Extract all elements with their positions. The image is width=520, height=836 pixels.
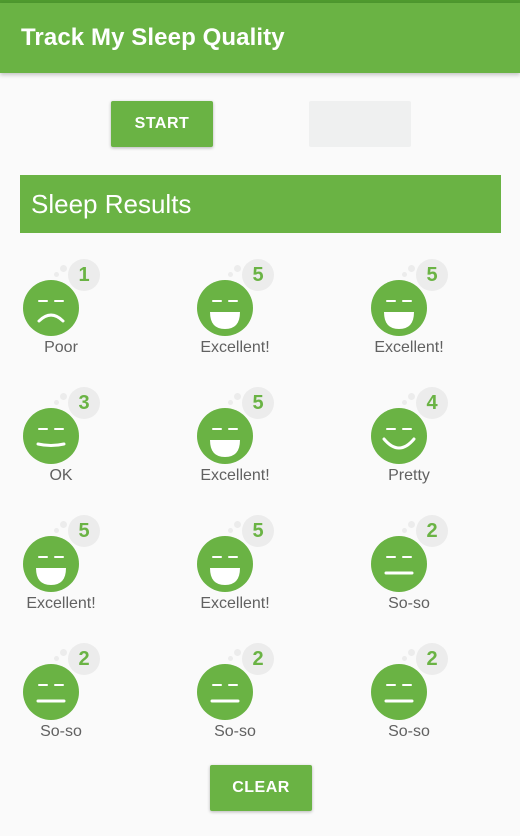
sleep-quality-icon: 5 <box>370 257 454 336</box>
rating-number: 4 <box>426 391 438 414</box>
bubble-dot <box>408 265 415 272</box>
sleep-night-item[interactable]: 3 OK <box>0 383 174 511</box>
rating-number: 1 <box>78 263 90 286</box>
sleep-quality-label: Excellent! <box>26 595 96 612</box>
bubble-dot <box>234 265 241 272</box>
sleep-quality-label: Excellent! <box>200 467 270 484</box>
bubble-dot <box>228 656 233 661</box>
neutral-face-icon <box>23 664 79 720</box>
neutral-face-icon <box>371 664 427 720</box>
bubble-dot <box>54 656 59 661</box>
bubble-dot <box>408 393 415 400</box>
smile-face-icon <box>371 408 427 464</box>
sleep-night-item[interactable]: 5 Excellent! <box>0 511 174 639</box>
sleep-quality-icon: 3 <box>22 385 106 464</box>
sleep-night-item[interactable]: 1 Poor <box>0 255 174 383</box>
clear-button[interactable]: CLEAR <box>210 765 312 811</box>
sleep-quality-label: OK <box>49 467 73 484</box>
rating-number: 5 <box>426 263 438 286</box>
bubble-dot <box>54 528 59 533</box>
sleep-quality-label: So-so <box>40 723 82 740</box>
ok-face-icon <box>23 408 79 464</box>
bubble-dot <box>54 400 59 405</box>
rating-number: 5 <box>252 263 264 286</box>
bubble-dot <box>60 265 67 272</box>
bubble-dot <box>234 521 241 528</box>
sleep-quality-icon: 5 <box>22 513 106 592</box>
neutral-face-icon <box>197 664 253 720</box>
sleep-quality-icon: 5 <box>196 257 280 336</box>
sleep-results-header: Sleep Results <box>20 175 501 233</box>
sleep-quality-icon: 2 <box>196 641 280 720</box>
sleep-quality-label: So-so <box>388 595 430 612</box>
bubble-dot <box>228 400 233 405</box>
sleep-night-item[interactable]: 2 So-so <box>0 639 174 767</box>
sleep-night-item[interactable]: 5 Excellent! <box>174 383 348 511</box>
rating-number: 3 <box>78 391 90 414</box>
sleep-quality-label: So-so <box>214 723 256 740</box>
sleep-quality-icon: 5 <box>196 385 280 464</box>
bubble-dot <box>234 649 241 656</box>
sleep-quality-icon: 4 <box>370 385 454 464</box>
rating-number: 2 <box>426 519 438 542</box>
bubble-dot <box>228 272 233 277</box>
sleep-quality-label: Excellent! <box>200 339 270 356</box>
sleep-results-title: Sleep Results <box>31 189 192 219</box>
sleep-night-item[interactable]: 2 So-so <box>348 511 520 639</box>
bubble-dot <box>408 521 415 528</box>
sleep-quality-label: Excellent! <box>200 595 270 612</box>
sleep-quality-icon: 1 <box>22 257 106 336</box>
bubble-dot <box>402 272 407 277</box>
rating-number: 2 <box>426 647 438 670</box>
bubble-dot <box>60 393 67 400</box>
bubble-dot <box>402 656 407 661</box>
sleep-quality-icon: 5 <box>196 513 280 592</box>
bubble-dot <box>60 649 67 656</box>
rating-number: 2 <box>252 647 264 670</box>
app-bar: Track My Sleep Quality <box>0 3 520 73</box>
sleep-night-item[interactable]: 5 Excellent! <box>174 255 348 383</box>
start-button[interactable]: START <box>111 101 213 147</box>
bubble-dot <box>60 521 67 528</box>
laugh-face-icon <box>197 280 253 336</box>
stop-button[interactable] <box>309 101 411 147</box>
rating-number: 5 <box>252 391 264 414</box>
app-title: Track My Sleep Quality <box>21 24 285 51</box>
sleep-quality-icon: 2 <box>22 641 106 720</box>
sleep-night-item[interactable]: 5 Excellent! <box>174 511 348 639</box>
laugh-face-icon <box>197 536 253 592</box>
sleep-quality-label: So-so <box>388 723 430 740</box>
rating-number: 5 <box>252 519 264 542</box>
sleep-quality-label: Excellent! <box>374 339 444 356</box>
sleep-quality-label: Poor <box>44 339 78 356</box>
neutral-face-icon <box>371 536 427 592</box>
sleep-night-item[interactable]: 5 Excellent! <box>348 255 520 383</box>
laugh-face-icon <box>23 536 79 592</box>
laugh-face-icon <box>371 280 427 336</box>
rating-number: 5 <box>78 519 90 542</box>
rating-number: 2 <box>78 647 90 670</box>
bubble-dot <box>54 272 59 277</box>
bubble-dot <box>408 649 415 656</box>
bubble-dot <box>234 393 241 400</box>
bubble-dot <box>228 528 233 533</box>
bubble-dot <box>402 400 407 405</box>
sad-face-icon <box>23 280 79 336</box>
sleep-quality-icon: 2 <box>370 641 454 720</box>
sleep-night-item[interactable]: 2 So-so <box>348 639 520 767</box>
bubble-dot <box>402 528 407 533</box>
sleep-night-item[interactable]: 4 Pretty <box>348 383 520 511</box>
sleep-quality-label: Pretty <box>388 467 430 484</box>
sleep-night-item[interactable]: 2 So-so <box>174 639 348 767</box>
sleep-quality-icon: 2 <box>370 513 454 592</box>
laugh-face-icon <box>197 408 253 464</box>
